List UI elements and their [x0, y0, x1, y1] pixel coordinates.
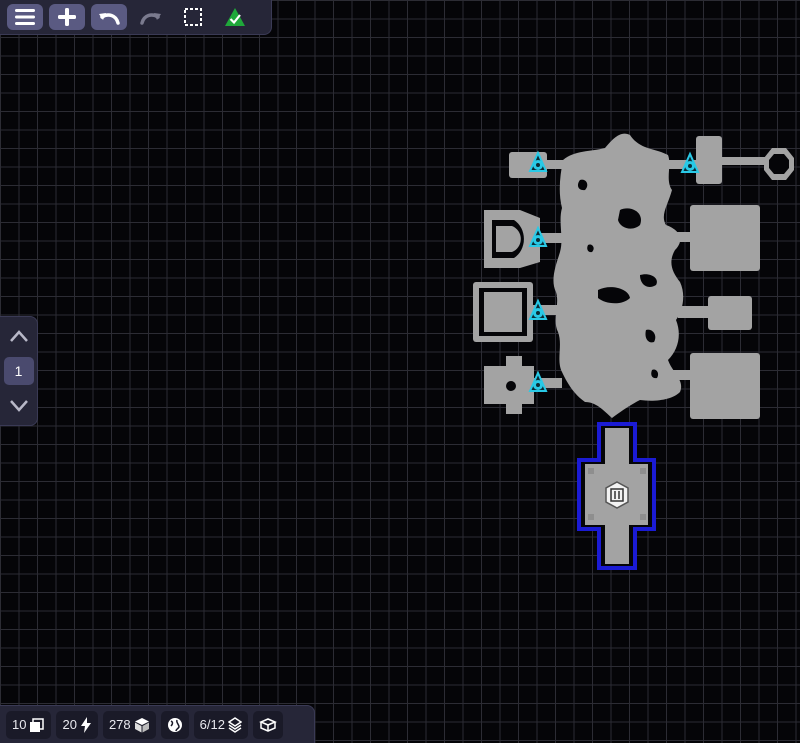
room-cave-main[interactable]: [553, 133, 684, 419]
rooms-count: 6/12: [199, 717, 225, 732]
menu-icon: [15, 9, 35, 25]
menu-button[interactable]: [7, 4, 43, 30]
redo-button[interactable]: [133, 4, 169, 30]
validate-button[interactable]: [217, 4, 253, 30]
undo-icon: [99, 13, 120, 25]
floor-selector: 1: [0, 316, 38, 426]
globe-icon: [167, 717, 182, 732]
chevron-down-icon: [9, 400, 28, 412]
bottom-stats-bar: 10 20 278 6/12: [0, 705, 315, 743]
room-right-middle[interactable]: [678, 296, 752, 330]
power-stat[interactable]: 20: [56, 710, 98, 739]
tiles-count: 10: [12, 717, 27, 732]
room-top-left[interactable]: [509, 152, 547, 178]
package-icon: [259, 717, 277, 732]
lightning-icon: [80, 716, 91, 733]
world-stat[interactable]: [160, 710, 189, 739]
layers-icon: [227, 716, 242, 733]
cube-icon: [134, 717, 149, 732]
select-icon: [184, 8, 202, 26]
selected-start-room[interactable]: [577, 422, 656, 570]
add-icon: [58, 8, 76, 26]
top-toolbar: [0, 0, 272, 35]
redo-icon: [140, 13, 161, 25]
tiles-stat[interactable]: 10: [6, 710, 52, 739]
room-left-frame[interactable]: [473, 282, 561, 342]
floor-down-button[interactable]: [4, 393, 34, 419]
tiles-icon: [30, 717, 45, 732]
power-count: 20: [62, 717, 77, 732]
undo-button[interactable]: [91, 4, 127, 30]
room-left-cross[interactable]: [484, 356, 562, 414]
floor-number[interactable]: 1: [3, 357, 34, 385]
chevron-up-icon: [9, 330, 28, 342]
blocks-stat[interactable]: 278: [102, 710, 156, 739]
room-right-lower[interactable]: [672, 353, 760, 419]
room-right-upper[interactable]: [672, 205, 760, 271]
floor-up-button[interactable]: [4, 323, 34, 349]
blocks-count: 278: [108, 717, 131, 732]
add-button[interactable]: [49, 4, 85, 30]
package-stat[interactable]: [252, 710, 283, 739]
rooms-stat[interactable]: 6/12: [193, 710, 248, 739]
validate-icon: [225, 8, 245, 26]
map-canvas[interactable]: [0, 0, 800, 742]
select-button[interactable]: [175, 4, 211, 30]
room-left-u[interactable]: [484, 210, 562, 268]
room-top-right-corridor[interactable]: [668, 136, 794, 184]
